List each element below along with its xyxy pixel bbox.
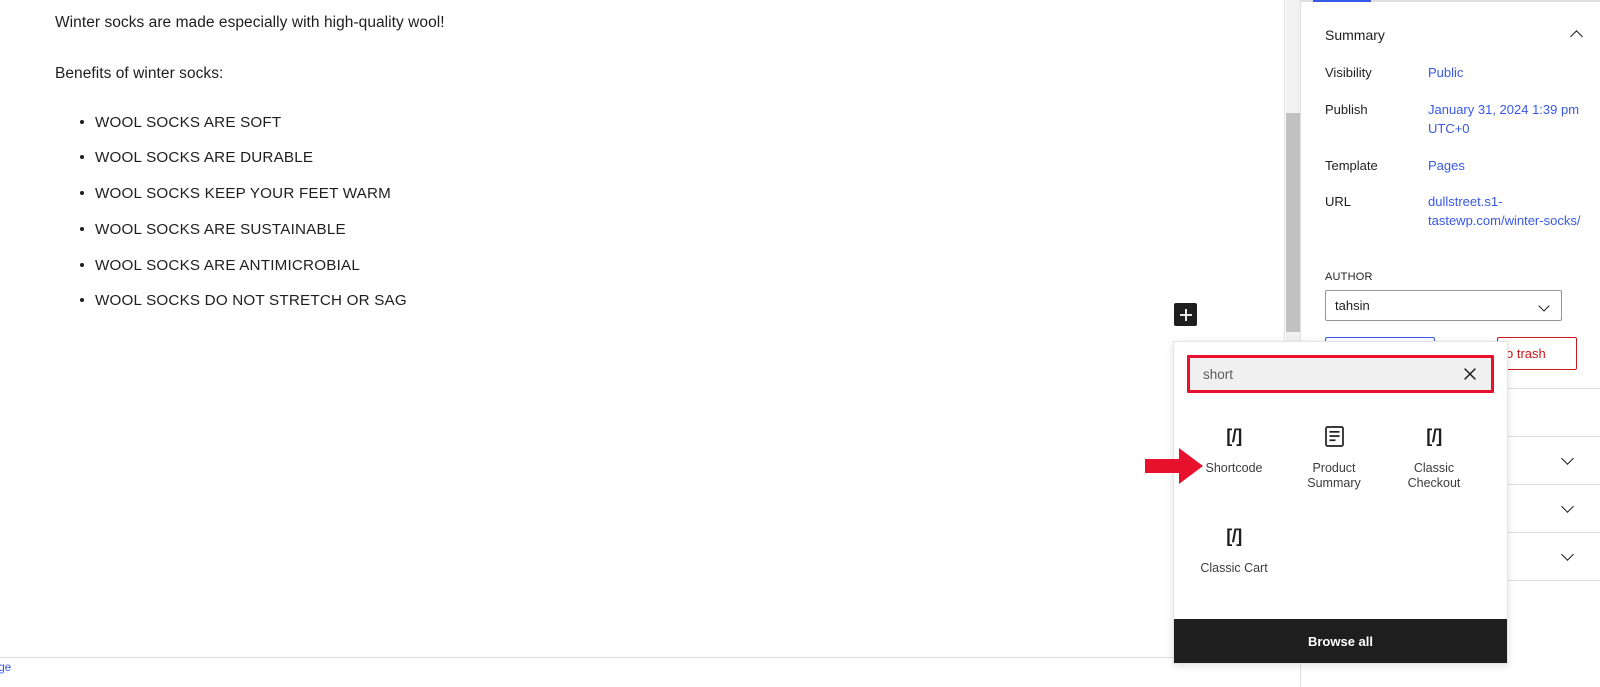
summary-row-url: URL dullstreet.s1-tastewp.com/winter-soc… xyxy=(1325,193,1585,231)
list-item[interactable]: WOOL SOCKS ARE SUSTAINABLE xyxy=(80,219,1284,242)
block-item-label: Classic Cart xyxy=(1200,561,1268,575)
editor-status-bar: age xyxy=(0,657,1284,687)
author-field-label: AUTHOR xyxy=(1325,271,1373,283)
summary-label: Publish xyxy=(1325,101,1368,117)
summary-label: Template xyxy=(1325,157,1378,173)
block-item-label: Product Summary xyxy=(1307,461,1361,490)
list-item[interactable]: WOOL SOCKS DO NOT STRETCH OR SAG xyxy=(80,290,1284,313)
block-inserter-popover: [/] Shortcode Product Summary xyxy=(1173,341,1508,664)
summary-label: Visibility xyxy=(1325,65,1372,80)
block-item-classic-cart[interactable]: [/] Classic Cart xyxy=(1184,513,1284,584)
block-item-label: Shortcode xyxy=(1205,461,1263,475)
breadcrumb-page[interactable]: age xyxy=(0,662,11,674)
clear-search-button[interactable] xyxy=(1459,363,1481,385)
chevron-up-icon[interactable] xyxy=(1569,27,1585,43)
visibility-value[interactable]: Public xyxy=(1428,64,1585,83)
block-inserter-toggle-button[interactable] xyxy=(1174,303,1197,326)
block-item-label: Classic Checkout xyxy=(1407,461,1461,490)
list-item[interactable]: WOOL SOCKS ARE SOFT xyxy=(80,112,1284,135)
block-search-field-highlight xyxy=(1187,355,1494,393)
block-item-shortcode[interactable]: [/] Shortcode xyxy=(1184,413,1284,499)
paragraph-subheading[interactable]: Benefits of winter socks: xyxy=(55,62,1284,85)
shortcode-icon: [/] xyxy=(1426,425,1442,446)
summary-row-visibility: Visibility Public xyxy=(1325,64,1585,83)
chevron-down-icon xyxy=(1560,500,1576,516)
block-search-input[interactable] xyxy=(1203,366,1459,382)
chevron-down-icon xyxy=(1538,299,1552,313)
editor-canvas[interactable]: Winter socks are made especially with hi… xyxy=(0,0,1284,657)
chevron-down-icon xyxy=(1560,548,1576,564)
product-summary-icon xyxy=(1324,423,1344,449)
plus-icon xyxy=(1179,308,1192,321)
trash-button-label: o trash xyxy=(1506,346,1546,361)
sidebar-tab-active-indicator xyxy=(1313,0,1371,2)
list-item[interactable]: WOOL SOCKS ARE ANTIMICROBIAL xyxy=(80,255,1284,278)
chevron-down-icon xyxy=(1560,452,1576,468)
author-selected-value: tahsin xyxy=(1335,298,1370,313)
list-item[interactable]: WOOL SOCKS KEEP YOUR FEET WARM xyxy=(80,183,1284,206)
move-to-trash-button[interactable]: o trash xyxy=(1497,337,1577,370)
shortcode-icon: [/] xyxy=(1226,525,1242,546)
template-value[interactable]: Pages xyxy=(1428,157,1585,176)
block-item-product-summary[interactable]: Product Summary xyxy=(1284,413,1384,499)
document-content[interactable]: Winter socks are made especially with hi… xyxy=(0,0,1284,313)
summary-panel-header[interactable]: Summary xyxy=(1301,18,1600,52)
summary-panel-title: Summary xyxy=(1325,27,1385,43)
author-select[interactable]: tahsin xyxy=(1325,290,1562,321)
editor-scrollbar-thumb[interactable] xyxy=(1286,113,1300,332)
list-item[interactable]: WOOL SOCKS ARE DURABLE xyxy=(80,147,1284,170)
summary-label: URL xyxy=(1325,194,1352,210)
publish-date-value[interactable]: January 31, 2024 1:39 pm UTC+0 xyxy=(1428,101,1585,139)
block-editor-screen: Winter socks are made especially with hi… xyxy=(0,0,1600,687)
block-search-results: [/] Shortcode Product Summary [/] Classi… xyxy=(1174,393,1507,619)
summary-row-template: Template Pages xyxy=(1325,157,1585,176)
summary-panel-body: Visibility Public Publish January 31, 20… xyxy=(1301,64,1600,241)
browse-all-button[interactable]: Browse all xyxy=(1174,619,1507,663)
summary-row-publish: Publish January 31, 2024 1:39 pm UTC+0 xyxy=(1325,101,1585,139)
paragraph-intro[interactable]: Winter socks are made especially with hi… xyxy=(55,11,1284,34)
close-icon xyxy=(1464,368,1476,380)
shortcode-icon: [/] xyxy=(1226,425,1242,446)
block-item-classic-checkout[interactable]: [/] Classic Checkout xyxy=(1384,413,1484,499)
url-value[interactable]: dullstreet.s1-tastewp.com/winter-socks/ xyxy=(1428,193,1585,231)
benefits-list[interactable]: WOOL SOCKS ARE SOFT WOOL SOCKS ARE DURAB… xyxy=(55,112,1284,314)
block-results-grid: [/] Shortcode Product Summary [/] Classi… xyxy=(1174,413,1507,598)
